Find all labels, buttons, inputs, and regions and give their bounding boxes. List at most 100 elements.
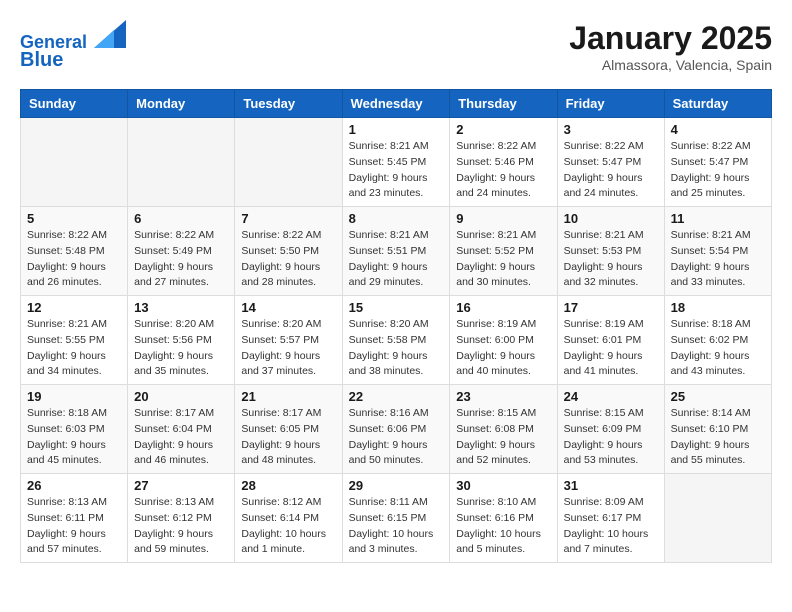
day-info: Sunrise: 8:22 AM Sunset: 5:47 PM Dayligh… — [564, 139, 658, 202]
day-info: Sunrise: 8:22 AM Sunset: 5:50 PM Dayligh… — [241, 228, 335, 291]
calendar-cell: 20 Sunrise: 8:17 AM Sunset: 6:04 PM Dayli… — [128, 385, 235, 474]
weekday-header: Monday — [128, 90, 235, 118]
day-info: Sunrise: 8:15 AM Sunset: 6:08 PM Dayligh… — [456, 406, 550, 469]
calendar-cell: 15 Sunrise: 8:20 AM Sunset: 5:58 PM Dayli… — [342, 296, 450, 385]
day-info: Sunrise: 8:20 AM Sunset: 5:58 PM Dayligh… — [349, 317, 444, 380]
weekday-header: Tuesday — [235, 90, 342, 118]
day-number: 11 — [671, 211, 765, 226]
day-number: 29 — [349, 478, 444, 493]
logo-icon — [94, 20, 126, 48]
calendar-cell: 13Sunrise: 8:20 AM Sunset: 5:56 PM Dayli… — [128, 296, 235, 385]
weekday-header: Thursday — [450, 90, 557, 118]
calendar-cell: 6 Sunrise: 8:22 AM Sunset: 5:49 PM Daylig… — [128, 207, 235, 296]
day-number: 30 — [456, 478, 550, 493]
calendar-cell: 27Sunrise: 8:13 AM Sunset: 6:12 PM Dayli… — [128, 474, 235, 563]
day-info: Sunrise: 8:20 AM Sunset: 5:57 PM Dayligh… — [241, 317, 335, 380]
day-info: Sunrise: 8:11 AM Sunset: 6:15 PM Dayligh… — [349, 495, 444, 558]
calendar-cell: 29 Sunrise: 8:11 AM Sunset: 6:15 PM Dayli… — [342, 474, 450, 563]
weekday-header: Sunday — [21, 90, 128, 118]
day-number: 13 — [134, 300, 228, 315]
calendar-cell: 1 Sunrise: 8:21 AM Sunset: 5:45 PM Daylig… — [342, 118, 450, 207]
day-number: 7 — [241, 211, 335, 226]
day-number: 14 — [241, 300, 335, 315]
calendar-week-row: 12Sunrise: 8:21 AM Sunset: 5:55 PM Dayli… — [21, 296, 772, 385]
day-number: 1 — [349, 122, 444, 137]
day-info: Sunrise: 8:10 AM Sunset: 6:16 PM Dayligh… — [456, 495, 550, 558]
day-info: Sunrise: 8:19 AM Sunset: 6:01 PM Dayligh… — [564, 317, 658, 380]
day-number: 8 — [349, 211, 444, 226]
day-info: Sunrise: 8:16 AM Sunset: 6:06 PM Dayligh… — [349, 406, 444, 469]
day-info: Sunrise: 8:21 AM Sunset: 5:54 PM Dayligh… — [671, 228, 765, 291]
day-number: 28 — [241, 478, 335, 493]
day-number: 27 — [134, 478, 228, 493]
calendar-week-row: 26Sunrise: 8:13 AM Sunset: 6:11 PM Dayli… — [21, 474, 772, 563]
day-info: Sunrise: 8:21 AM Sunset: 5:51 PM Dayligh… — [349, 228, 444, 291]
calendar-cell: 5 Sunrise: 8:22 AM Sunset: 5:48 PM Daylig… — [21, 207, 128, 296]
calendar-cell: 18 Sunrise: 8:18 AM Sunset: 6:02 PM Dayli… — [664, 296, 771, 385]
day-info: Sunrise: 8:22 AM Sunset: 5:47 PM Dayligh… — [671, 139, 765, 202]
day-number: 4 — [671, 122, 765, 137]
day-number: 22 — [349, 389, 444, 404]
calendar-cell: 21Sunrise: 8:17 AM Sunset: 6:05 PM Dayli… — [235, 385, 342, 474]
calendar-cell: 23Sunrise: 8:15 AM Sunset: 6:08 PM Dayli… — [450, 385, 557, 474]
weekday-header: Friday — [557, 90, 664, 118]
weekday-header: Wednesday — [342, 90, 450, 118]
day-number: 16 — [456, 300, 550, 315]
calendar-cell — [664, 474, 771, 563]
calendar-cell: 14 Sunrise: 8:20 AM Sunset: 5:57 PM Dayli… — [235, 296, 342, 385]
day-info: Sunrise: 8:19 AM Sunset: 6:00 PM Dayligh… — [456, 317, 550, 380]
calendar-cell: 10Sunrise: 8:21 AM Sunset: 5:53 PM Dayli… — [557, 207, 664, 296]
day-info: Sunrise: 8:22 AM Sunset: 5:46 PM Dayligh… — [456, 139, 550, 202]
calendar-cell: 8 Sunrise: 8:21 AM Sunset: 5:51 PM Daylig… — [342, 207, 450, 296]
calendar-cell: 31 Sunrise: 8:09 AM Sunset: 6:17 PM Dayli… — [557, 474, 664, 563]
month-title: January 2025 — [569, 20, 772, 57]
day-number: 20 — [134, 389, 228, 404]
day-number: 10 — [564, 211, 658, 226]
calendar-cell: 3 Sunrise: 8:22 AM Sunset: 5:47 PM Daylig… — [557, 118, 664, 207]
day-number: 31 — [564, 478, 658, 493]
day-number: 21 — [241, 389, 335, 404]
logo: General Blue — [20, 20, 126, 72]
calendar-cell — [235, 118, 342, 207]
day-number: 12 — [27, 300, 121, 315]
calendar-cell: 24 Sunrise: 8:15 AM Sunset: 6:09 PM Dayli… — [557, 385, 664, 474]
calendar-cell: 9 Sunrise: 8:21 AM Sunset: 5:52 PM Daylig… — [450, 207, 557, 296]
day-info: Sunrise: 8:17 AM Sunset: 6:04 PM Dayligh… — [134, 406, 228, 469]
page-header: General Blue January 2025 Almassora, Val… — [20, 20, 772, 73]
day-number: 5 — [27, 211, 121, 226]
calendar-cell: 26Sunrise: 8:13 AM Sunset: 6:11 PM Dayli… — [21, 474, 128, 563]
day-info: Sunrise: 8:13 AM Sunset: 6:11 PM Dayligh… — [27, 495, 121, 558]
calendar-cell: 16 Sunrise: 8:19 AM Sunset: 6:00 PM Dayli… — [450, 296, 557, 385]
day-info: Sunrise: 8:21 AM Sunset: 5:45 PM Dayligh… — [349, 139, 444, 202]
calendar-cell: 12Sunrise: 8:21 AM Sunset: 5:55 PM Dayli… — [21, 296, 128, 385]
calendar-cell: 30 Sunrise: 8:10 AM Sunset: 6:16 PM Dayli… — [450, 474, 557, 563]
day-number: 9 — [456, 211, 550, 226]
day-info: Sunrise: 8:09 AM Sunset: 6:17 PM Dayligh… — [564, 495, 658, 558]
day-number: 3 — [564, 122, 658, 137]
day-info: Sunrise: 8:18 AM Sunset: 6:03 PM Dayligh… — [27, 406, 121, 469]
day-number: 15 — [349, 300, 444, 315]
day-number: 2 — [456, 122, 550, 137]
day-info: Sunrise: 8:22 AM Sunset: 5:49 PM Dayligh… — [134, 228, 228, 291]
day-info: Sunrise: 8:15 AM Sunset: 6:09 PM Dayligh… — [564, 406, 658, 469]
calendar-cell: 7 Sunrise: 8:22 AM Sunset: 5:50 PM Daylig… — [235, 207, 342, 296]
calendar-cell — [21, 118, 128, 207]
day-info: Sunrise: 8:21 AM Sunset: 5:52 PM Dayligh… — [456, 228, 550, 291]
calendar-cell: 28Sunrise: 8:12 AM Sunset: 6:14 PM Dayli… — [235, 474, 342, 563]
calendar-cell: 22 Sunrise: 8:16 AM Sunset: 6:06 PM Dayli… — [342, 385, 450, 474]
calendar-cell: 4 Sunrise: 8:22 AM Sunset: 5:47 PM Daylig… — [664, 118, 771, 207]
calendar-table: SundayMondayTuesdayWednesdayThursdayFrid… — [20, 89, 772, 563]
title-block: January 2025 Almassora, Valencia, Spain — [569, 20, 772, 73]
calendar-cell: 11 Sunrise: 8:21 AM Sunset: 5:54 PM Dayli… — [664, 207, 771, 296]
calendar-cell — [128, 118, 235, 207]
calendar-cell: 19Sunrise: 8:18 AM Sunset: 6:03 PM Dayli… — [21, 385, 128, 474]
day-info: Sunrise: 8:22 AM Sunset: 5:48 PM Dayligh… — [27, 228, 121, 291]
day-info: Sunrise: 8:18 AM Sunset: 6:02 PM Dayligh… — [671, 317, 765, 380]
location-text: Almassora, Valencia, Spain — [569, 57, 772, 73]
day-number: 6 — [134, 211, 228, 226]
calendar-cell: 25Sunrise: 8:14 AM Sunset: 6:10 PM Dayli… — [664, 385, 771, 474]
weekday-header-row: SundayMondayTuesdayWednesdayThursdayFrid… — [21, 90, 772, 118]
day-number: 24 — [564, 389, 658, 404]
day-number: 25 — [671, 389, 765, 404]
day-number: 18 — [671, 300, 765, 315]
